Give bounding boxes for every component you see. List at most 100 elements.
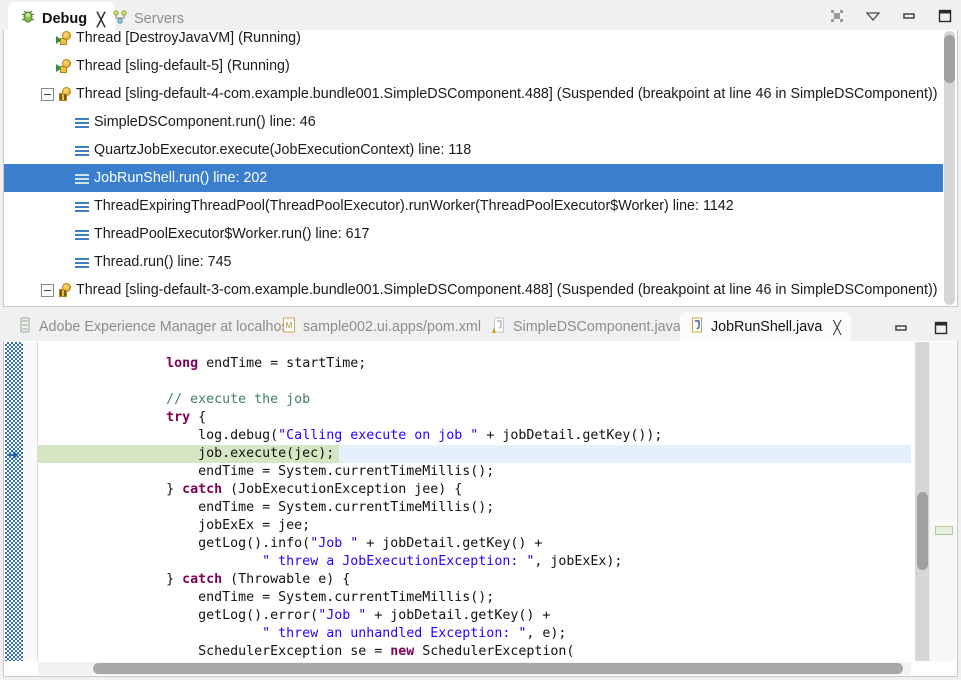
scrollbar-thumb[interactable] xyxy=(93,663,903,674)
servers-icon xyxy=(112,9,128,29)
stack-frame-label: QuartzJobExecutor.execute(JobExecutionCo… xyxy=(94,142,471,158)
java-warning-icon xyxy=(492,317,506,337)
disconnect-icon[interactable] xyxy=(827,6,847,26)
thread-suspended-icon xyxy=(56,86,72,102)
code-line-text: jobExEx = jee; xyxy=(38,518,310,533)
code-line-text: endTime = System.currentTimeMillis(); xyxy=(38,500,494,515)
editor-tab[interactable]: JobRunShell.java ╳ xyxy=(680,312,851,342)
tree-row[interactable]: Thread.run() line: 745 xyxy=(4,248,943,276)
code-line[interactable]: endTime = System.currentTimeMillis(); xyxy=(38,499,911,517)
editor-vertical-scrollbar[interactable] xyxy=(915,342,930,661)
code-line[interactable]: " threw a JobExecutionException: ", jobE… xyxy=(38,553,911,571)
code-line-text: SchedulerException se = new SchedulerExc… xyxy=(38,644,574,659)
stack-frame-icon xyxy=(74,114,90,130)
stack-frame-label: SimpleDSComponent.run() line: 46 xyxy=(94,114,316,130)
line-number-ruler xyxy=(23,342,38,661)
debug-tree-scrollbar[interactable] xyxy=(943,31,956,305)
maximize-icon[interactable] xyxy=(935,6,955,26)
editor-horizontal-scrollbar[interactable] xyxy=(38,662,911,675)
tree-row[interactable]: ThreadPoolExecutor$Worker.run() line: 61… xyxy=(4,220,943,248)
thread-suspended-icon xyxy=(56,282,72,298)
code-line-text: endTime = System.currentTimeMillis(); xyxy=(38,464,494,479)
thread-label: Thread [sling-default-5] (Running) xyxy=(76,58,290,74)
eclipse-debug-perspective: Debug ╳ Servers xyxy=(0,0,961,680)
minimize-icon[interactable] xyxy=(891,318,911,338)
maven-pom-icon: M xyxy=(282,317,296,337)
stack-frame-icon xyxy=(74,142,90,158)
editor-tab[interactable]: Adobe Experience Manager at localhost xyxy=(8,312,303,342)
code-line-text: " threw an unhandled Exception: ", e); xyxy=(38,626,566,641)
code-line-text: long endTime = startTime; xyxy=(38,356,366,371)
code-viewport[interactable]: long endTime = startTime; // execute the… xyxy=(38,341,911,661)
code-line-text: job.execute(jec); xyxy=(38,446,334,461)
scrollbar-thumb[interactable] xyxy=(917,492,928,570)
tree-expander-collapse-icon[interactable] xyxy=(41,284,54,297)
thread-label: Thread [sling-default-3-com.example.bund… xyxy=(76,282,937,298)
overview-ruler[interactable] xyxy=(929,342,956,661)
code-line-text: log.debug("Calling execute on job " + jo… xyxy=(38,428,662,443)
tree-row[interactable]: Thread [sling-default-4-com.example.bund… xyxy=(4,80,943,108)
code-line-text: " threw a JobExecutionException: ", jobE… xyxy=(38,554,622,569)
editor-tab-label: Adobe Experience Manager at localhost xyxy=(39,319,293,335)
code-line[interactable]: getLog().info("Job " + jobDetail.getKey(… xyxy=(38,535,911,553)
code-line[interactable]: getLog().error("Job " + jobDetail.getKey… xyxy=(38,607,911,625)
editor-tab[interactable]: SimpleDSComponent.java xyxy=(482,312,691,342)
code-line[interactable]: endTime = System.currentTimeMillis(); xyxy=(38,589,911,607)
editor-toolbar xyxy=(891,318,951,338)
code-line[interactable]: } catch (JobExecutionException jee) { xyxy=(38,481,911,499)
code-line-text: } catch (Throwable e) { xyxy=(38,572,350,587)
scrollbar-thumb[interactable] xyxy=(944,35,955,83)
debug-bug-icon xyxy=(20,9,36,29)
editor-area: Adobe Experience Manager at localhostMsa… xyxy=(0,311,961,680)
java-editor[interactable]: long endTime = startTime; // execute the… xyxy=(3,341,958,677)
code-line-text xyxy=(38,374,166,389)
tree-row[interactable]: Thread [DestroyJavaVM] (Running) xyxy=(4,30,943,52)
code-line[interactable]: job.execute(jec); xyxy=(38,445,911,463)
close-icon[interactable]: ╳ xyxy=(833,321,841,334)
debug-view: Debug ╳ Servers xyxy=(0,0,961,311)
stack-frame-label: ThreadExpiringThreadPool(ThreadPoolExecu… xyxy=(94,198,734,214)
code-line[interactable]: long endTime = startTime; xyxy=(38,355,911,373)
instruction-pointer-arrow-icon xyxy=(7,448,21,462)
code-line[interactable]: jobExEx = jee; xyxy=(38,517,911,535)
code-line[interactable]: try { xyxy=(38,409,911,427)
source-code[interactable]: long endTime = startTime; // execute the… xyxy=(38,355,911,661)
overview-marker[interactable] xyxy=(935,526,953,535)
minimize-icon[interactable] xyxy=(899,6,919,26)
code-line-text: } catch (JobExecutionException jee) { xyxy=(38,482,462,497)
tree-row[interactable]: JobRunShell.run() line: 202 xyxy=(4,164,943,192)
annotation-ruler[interactable] xyxy=(5,342,23,661)
debug-view-toolbar xyxy=(827,6,955,26)
tab-debug-label: Debug xyxy=(42,11,87,27)
maximize-icon[interactable] xyxy=(931,318,951,338)
code-line[interactable]: log.debug("Calling execute on job " + jo… xyxy=(38,427,911,445)
stack-frame-icon xyxy=(74,254,90,270)
tree-row[interactable]: Thread [sling-default-5] (Running) xyxy=(4,52,943,80)
thread-running-icon xyxy=(56,30,72,46)
code-line[interactable]: } catch (Throwable e) { xyxy=(38,571,911,589)
stack-frame-label: Thread.run() line: 745 xyxy=(94,254,231,270)
code-line[interactable]: SchedulerException se = new SchedulerExc… xyxy=(38,643,911,661)
code-line-text: getLog().error("Job " + jobDetail.getKey… xyxy=(38,608,550,623)
code-line[interactable]: // execute the job xyxy=(38,391,911,409)
server-icon xyxy=(18,317,32,337)
editor-tab[interactable]: Msample002.ui.apps/pom.xml xyxy=(272,312,491,342)
java-icon xyxy=(690,317,704,337)
editor-tab-label: JobRunShell.java xyxy=(711,319,822,335)
code-line-text: getLog().info("Job " + jobDetail.getKey(… xyxy=(38,536,542,551)
thread-running-icon xyxy=(56,58,72,74)
editor-tab-label: SimpleDSComponent.java xyxy=(513,319,681,335)
tree-expander-collapse-icon[interactable] xyxy=(41,88,54,101)
tree-row[interactable]: QuartzJobExecutor.execute(JobExecutionCo… xyxy=(4,136,943,164)
tree-row[interactable]: SimpleDSComponent.run() line: 46 xyxy=(4,108,943,136)
tree-row[interactable]: ThreadExpiringThreadPool(ThreadPoolExecu… xyxy=(4,192,943,220)
tree-row[interactable]: Thread [sling-default-3-com.example.bund… xyxy=(4,276,943,304)
debug-tree-panel: Thread [DestroyJavaVM] (Running) Thread [… xyxy=(3,30,958,307)
stack-frame-icon xyxy=(74,226,90,242)
code-line[interactable]: " threw an unhandled Exception: ", e); xyxy=(38,625,911,643)
debug-thread-tree[interactable]: Thread [DestroyJavaVM] (Running) Thread [… xyxy=(4,30,943,306)
code-line[interactable] xyxy=(38,373,911,391)
code-line[interactable]: endTime = System.currentTimeMillis(); xyxy=(38,463,911,481)
view-menu-chevron-down-icon[interactable] xyxy=(863,6,883,26)
stack-frame-icon xyxy=(74,170,90,186)
